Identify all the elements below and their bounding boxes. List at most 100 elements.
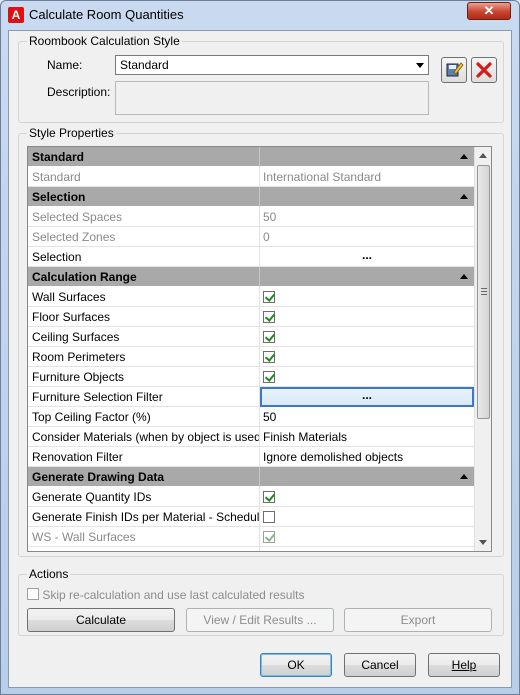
close-button[interactable]: ✕ <box>467 2 511 20</box>
dialog-window: A Calculate Room Quantities ✕ Roombook C… <box>0 0 520 695</box>
collapse-arrow-icon[interactable] <box>460 474 468 479</box>
property-grid: Standard Standard International Standard Se… <box>27 146 492 552</box>
property-row[interactable]: Standard International Standard <box>28 167 474 187</box>
red-x-icon <box>476 62 492 78</box>
category-collapse-cell[interactable] <box>260 147 474 167</box>
category-label: Standard <box>28 147 260 167</box>
description-field[interactable] <box>115 81 429 115</box>
property-value[interactable]: 50 <box>260 407 474 427</box>
property-label: Room Perimeters <box>28 347 260 367</box>
property-row[interactable]: Generate Finish IDs per Material - Sched… <box>28 507 474 527</box>
property-value-cell[interactable] <box>260 327 474 347</box>
property-row[interactable]: Furniture Selection Filter... <box>28 387 474 407</box>
export-button[interactable]: Export <box>344 608 492 632</box>
window-title: Calculate Room Quantities <box>29 7 184 22</box>
property-row[interactable]: Renovation Filter Ignore demolished objec… <box>28 447 474 467</box>
property-label: Generate Finish IDs per Material - Sched… <box>28 507 260 527</box>
edit-style-button[interactable] <box>441 57 467 83</box>
property-row[interactable]: Selected Zones 0 <box>28 227 474 247</box>
collapse-arrow-icon[interactable] <box>460 274 468 279</box>
property-row[interactable]: Furniture Objects <box>28 367 474 387</box>
property-value-cell[interactable] <box>260 307 474 327</box>
property-label: Generate Quantity IDs <box>28 487 260 507</box>
property-value-cell[interactable] <box>260 367 474 387</box>
property-grid-scrollbar[interactable] <box>474 147 491 551</box>
property-checkbox[interactable] <box>263 491 275 503</box>
property-value[interactable]: Finish Materials <box>260 427 474 447</box>
category-label: Selection <box>28 187 260 207</box>
style-name-dropdown[interactable]: Standard <box>115 55 429 75</box>
delete-style-button[interactable] <box>471 57 497 83</box>
property-label: Selected Zones <box>28 227 260 247</box>
collapse-arrow-icon[interactable] <box>460 154 468 159</box>
property-label: Standard <box>28 167 260 187</box>
property-label: Selection <box>28 247 260 267</box>
scroll-up-icon[interactable] <box>479 153 487 158</box>
property-row[interactable]: Ceiling Surfaces <box>28 327 474 347</box>
property-category-row[interactable]: Selection <box>28 187 474 207</box>
scroll-thumb[interactable] <box>477 165 490 419</box>
property-value-cell[interactable] <box>260 527 474 547</box>
roombook-group-label: Roombook Calculation Style <box>27 34 182 48</box>
property-value-cell[interactable] <box>260 507 474 527</box>
property-value-cell[interactable] <box>260 547 474 552</box>
property-label: Ceiling Surfaces <box>28 327 260 347</box>
category-label: Generate Drawing Data <box>28 467 260 487</box>
property-row[interactable]: Wall Surfaces <box>28 287 474 307</box>
chevron-down-icon <box>416 63 424 68</box>
property-checkbox[interactable] <box>263 531 275 543</box>
property-value[interactable]: Ignore demolished objects <box>260 447 474 467</box>
property-checkbox[interactable] <box>263 351 275 363</box>
property-value: International Standard <box>263 170 382 184</box>
scroll-down-icon[interactable] <box>479 540 487 545</box>
view-edit-results-button[interactable]: View / Edit Results ... <box>186 608 334 632</box>
property-value: 0 <box>263 230 270 244</box>
property-checkbox[interactable] <box>263 331 275 343</box>
ellipsis-label: ... <box>361 248 372 262</box>
dialog-client: Roombook Calculation Style Name: Standar… <box>8 30 512 688</box>
property-label: Renovation Filter <box>28 447 260 467</box>
skip-recalculation-checkbox[interactable] <box>27 588 39 600</box>
actions-group-label: Actions <box>27 567 71 581</box>
help-button[interactable]: Help <box>428 653 500 677</box>
property-value-cell[interactable] <box>260 347 474 367</box>
category-label: Calculation Range <box>28 267 260 287</box>
property-row[interactable]: Selected Spaces 50 <box>28 207 474 227</box>
skip-recalculation-label: Skip re-calculation and use last calcula… <box>42 588 305 602</box>
property-value-cell[interactable] <box>260 287 474 307</box>
skip-recalculation-option[interactable]: Skip re-calculation and use last calcula… <box>27 587 304 602</box>
name-label: Name: <box>47 58 83 72</box>
property-category-row[interactable]: Calculation Range <box>28 267 474 287</box>
ellipsis-browse-button[interactable]: ... <box>260 247 474 267</box>
property-value-cell[interactable] <box>260 487 474 507</box>
calculate-button[interactable]: Calculate <box>27 608 175 632</box>
property-category-row[interactable]: Standard <box>28 147 474 167</box>
property-checkbox[interactable] <box>263 291 275 303</box>
property-checkbox[interactable] <box>263 551 275 552</box>
ellipsis-label: ... <box>361 388 372 402</box>
ellipsis-browse-button[interactable]: ... <box>260 387 474 407</box>
property-checkbox[interactable] <box>263 371 275 383</box>
property-row[interactable]: Consider Materials (when by object is us… <box>28 427 474 447</box>
collapse-arrow-icon[interactable] <box>460 194 468 199</box>
property-row[interactable]: Room Perimeters <box>28 347 474 367</box>
property-label: Selected Spaces <box>28 207 260 227</box>
grip-icon <box>481 288 487 295</box>
property-label: WS - Wall Surfaces <box>28 527 260 547</box>
property-row[interactable]: Floor Surfaces <box>28 307 474 327</box>
description-label: Description: <box>47 85 111 99</box>
property-row[interactable]: Top Ceiling Factor (%) 50 <box>28 407 474 427</box>
category-collapse-cell[interactable] <box>260 467 474 487</box>
property-row[interactable]: FS - Floor Surfaces <box>28 547 474 552</box>
property-label: Floor Surfaces <box>28 307 260 327</box>
property-row[interactable]: WS - Wall Surfaces <box>28 527 474 547</box>
category-collapse-cell[interactable] <box>260 187 474 207</box>
property-category-row[interactable]: Generate Drawing Data <box>28 467 474 487</box>
property-checkbox[interactable] <box>263 511 275 523</box>
property-checkbox[interactable] <box>263 311 275 323</box>
property-row[interactable]: Selection... <box>28 247 474 267</box>
category-collapse-cell[interactable] <box>260 267 474 287</box>
property-row[interactable]: Generate Quantity IDs <box>28 487 474 507</box>
ok-button[interactable]: OK <box>260 653 332 677</box>
cancel-button[interactable]: Cancel <box>344 653 416 677</box>
